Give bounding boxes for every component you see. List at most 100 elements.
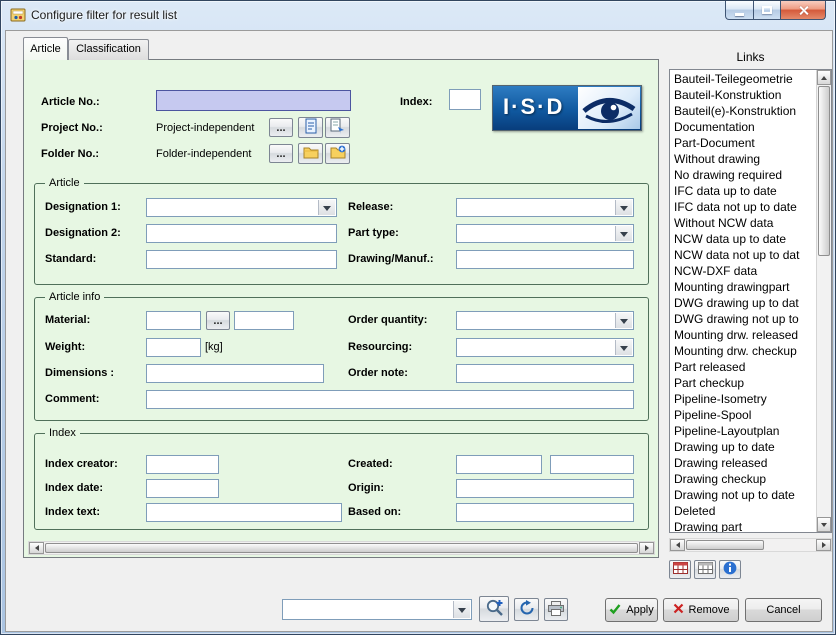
list-item[interactable]: Drawing not up to date <box>671 487 815 503</box>
designation2-label: Designation 2: <box>45 227 121 239</box>
caption-buttons <box>725 1 826 20</box>
order-note-label: Order note: <box>348 367 408 379</box>
list-item[interactable]: NCW data not up to dat <box>671 247 815 263</box>
list-item[interactable]: Part released <box>671 359 815 375</box>
list-item[interactable]: Drawing released <box>671 455 815 471</box>
article-group-title: Article <box>45 177 84 189</box>
scroll-down-icon <box>821 523 827 527</box>
search-filter-button[interactable] <box>479 596 509 622</box>
list-item[interactable]: Mounting drw. released <box>671 327 815 343</box>
scroll-left-icon <box>676 542 680 548</box>
list-item[interactable]: Part-Document <box>671 135 815 151</box>
isd-eye-icon <box>578 87 640 129</box>
dropdown-arrow-icon <box>615 313 632 328</box>
list-item[interactable]: Drawing checkup <box>671 471 815 487</box>
view-table-red-button[interactable] <box>669 560 691 579</box>
project-info-button[interactable] <box>298 117 323 138</box>
list-item[interactable]: No drawing required <box>671 167 815 183</box>
index-date-input[interactable] <box>146 479 219 498</box>
maximize-button[interactable] <box>754 1 781 20</box>
list-item[interactable]: DWG drawing not up to <box>671 311 815 327</box>
list-item[interactable]: NCW-DXF data <box>671 263 815 279</box>
index-input[interactable] <box>449 89 481 110</box>
list-item[interactable]: Part checkup <box>671 375 815 391</box>
list-item[interactable]: Bauteil(e)-Konstruktion <box>671 103 815 119</box>
folder-select-button[interactable] <box>325 143 350 164</box>
remove-button[interactable]: Remove <box>663 598 739 622</box>
list-item[interactable]: DWG drawing up to dat <box>671 295 815 311</box>
info-button[interactable] <box>719 560 741 579</box>
list-item[interactable]: Without NCW data <box>671 215 815 231</box>
order-quantity-combo[interactable] <box>456 311 634 330</box>
close-button[interactable] <box>781 1 826 20</box>
refresh-button[interactable] <box>514 598 539 621</box>
main-horizontal-scrollbar[interactable] <box>28 541 655 555</box>
designation1-combo[interactable] <box>146 198 337 217</box>
material-browse-button[interactable]: ... <box>206 311 230 330</box>
tab-article[interactable]: Article <box>23 37 68 60</box>
part-type-combo[interactable] <box>456 224 634 243</box>
list-item[interactable]: Mounting drawingpart <box>671 279 815 295</box>
origin-input[interactable] <box>456 479 634 498</box>
designation2-input[interactable] <box>146 224 337 243</box>
list-item[interactable]: Bauteil-Konstruktion <box>671 87 815 103</box>
list-item[interactable]: Drawing part <box>671 519 815 532</box>
created-input-2[interactable] <box>550 455 634 474</box>
scroll-right-button[interactable] <box>816 539 831 551</box>
list-item[interactable]: Pipeline-Layoutplan <box>671 423 815 439</box>
material-input-1[interactable] <box>146 311 201 330</box>
titlebar[interactable]: Configure filter for result list <box>1 1 835 30</box>
list-item[interactable]: Without drawing <box>671 151 815 167</box>
cancel-button[interactable]: Cancel <box>745 598 822 622</box>
folder-browse-button[interactable]: ... <box>269 144 293 163</box>
scroll-right-button[interactable] <box>639 542 654 554</box>
tab-classification[interactable]: Classification <box>68 39 149 60</box>
links-scrollbar-thumb[interactable] <box>818 86 830 256</box>
weight-input[interactable] <box>146 338 201 357</box>
release-combo[interactable] <box>456 198 634 217</box>
folder-open-button[interactable] <box>298 143 323 164</box>
view-table-gray-button[interactable] <box>694 560 716 579</box>
project-browse-button[interactable]: ... <box>269 118 293 137</box>
saved-filter-combo[interactable] <box>282 599 472 620</box>
list-item[interactable]: Documentation <box>671 119 815 135</box>
list-item[interactable]: Deleted <box>671 503 815 519</box>
list-item[interactable]: IFC data up to date <box>671 183 815 199</box>
project-select-button[interactable] <box>325 117 350 138</box>
list-item[interactable]: Drawing up to date <box>671 439 815 455</box>
list-item[interactable]: Pipeline-Spool <box>671 407 815 423</box>
index-group-title: Index <box>45 427 80 439</box>
list-item[interactable]: IFC data not up to date <box>671 199 815 215</box>
based-on-input[interactable] <box>456 503 634 522</box>
standard-input[interactable] <box>146 250 337 269</box>
created-input-1[interactable] <box>456 455 542 474</box>
scroll-down-button[interactable] <box>817 517 831 532</box>
table-red-icon <box>673 562 688 577</box>
resourcing-combo[interactable] <box>456 338 634 357</box>
dropdown-arrow-icon <box>615 200 632 215</box>
scroll-up-button[interactable] <box>817 70 831 85</box>
main-scrollbar-thumb[interactable] <box>45 543 638 553</box>
drawing-manuf-input[interactable] <box>456 250 634 269</box>
list-item[interactable]: NCW data up to date <box>671 231 815 247</box>
links-horizontal-scrollbar[interactable] <box>669 538 832 552</box>
remove-button-label: Remove <box>689 604 730 616</box>
list-item[interactable]: Mounting drw. checkup <box>671 343 815 359</box>
order-note-input[interactable] <box>456 364 634 383</box>
dropdown-arrow-icon <box>318 200 335 215</box>
apply-button[interactable]: Apply <box>605 598 658 622</box>
dimensions-input[interactable] <box>146 364 324 383</box>
index-creator-input[interactable] <box>146 455 219 474</box>
list-item[interactable]: Pipeline-Isometry <box>671 391 815 407</box>
article-no-input[interactable] <box>156 90 351 111</box>
index-text-input[interactable] <box>146 503 342 522</box>
links-vertical-scrollbar[interactable] <box>816 70 831 532</box>
minimize-button[interactable] <box>725 1 754 20</box>
print-button[interactable] <box>544 598 568 621</box>
scroll-left-button[interactable] <box>29 542 44 554</box>
comment-input[interactable] <box>146 390 634 409</box>
material-input-2[interactable] <box>234 311 294 330</box>
links-hscrollbar-thumb[interactable] <box>686 540 764 550</box>
list-item[interactable]: Bauteil-Teilegeometrie <box>671 71 815 87</box>
scroll-left-button[interactable] <box>670 539 685 551</box>
